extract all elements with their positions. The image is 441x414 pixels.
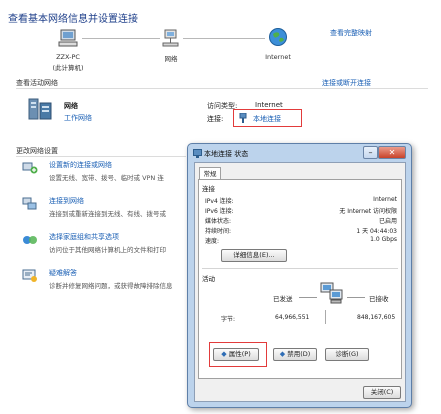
connector-line-2 xyxy=(183,38,265,39)
new-connection-icon xyxy=(22,161,38,175)
local-connection-link[interactable]: 本地连接 xyxy=(253,114,281,124)
duration-value: 1 天 04:44:03 xyxy=(356,228,397,235)
active-networks-label: 查看活动网络 xyxy=(16,79,58,87)
ipv4-label: IPv4 连接: xyxy=(205,198,234,205)
network-type-link[interactable]: 工作网络 xyxy=(64,113,92,123)
speed-value: 1.0 Gbps xyxy=(370,236,397,243)
computer-icon xyxy=(58,28,80,48)
dialog-icon xyxy=(193,149,202,158)
homegroup-icon xyxy=(22,233,38,247)
ethernet-icon xyxy=(239,112,247,124)
page-title: 查看基本网络信息并设置连接 xyxy=(8,14,138,25)
setting-item-desc: 连接到或重新连接到无线、有线、拨号或 xyxy=(49,210,166,218)
globe-icon xyxy=(268,27,288,47)
local-connection-status-dialog: 本地连接 状态 – ✕ 常规 连接 IPv4 连接: Internet IPv6… xyxy=(187,143,412,408)
setting-item-title[interactable]: 选择家庭组和共享选项 xyxy=(49,232,166,242)
media-state-value: 已启用 xyxy=(378,218,397,225)
shield-icon: ◆ xyxy=(221,350,227,358)
group-divider xyxy=(202,268,398,269)
access-type-value: Internet xyxy=(255,101,283,109)
close-window-button[interactable]: ✕ xyxy=(378,146,406,159)
connections-label: 连接: xyxy=(207,115,224,123)
ipv6-label: IPv6 连接: xyxy=(205,208,234,215)
setting-item-troubleshoot[interactable]: 疑难解答 诊断并修复网络问题，或获得故障排除信息 xyxy=(22,268,187,294)
media-state-label: 媒体状态: xyxy=(205,218,232,225)
disable-button[interactable]: ◆ 禁用(D) xyxy=(273,348,317,361)
internet-node-label: Internet xyxy=(265,53,291,61)
divider xyxy=(16,88,428,89)
diagnose-button[interactable]: 诊断(G) xyxy=(325,348,369,361)
troubleshoot-icon xyxy=(22,269,38,283)
network-map: ZZX-PC (此计算机) 网络 Internet xyxy=(0,24,441,74)
setting-item-homegroup[interactable]: 选择家庭组和共享选项 访问位于其他网络计算机上的文件和打印 xyxy=(22,232,187,258)
activity-computers-icon xyxy=(319,282,345,306)
minimize-icon: – xyxy=(368,148,373,157)
bytes-received: 848,167,605 xyxy=(357,314,396,321)
ipv4-value: Internet xyxy=(373,196,397,203)
active-network-name: 网络 xyxy=(64,102,78,110)
local-connection-highlight[interactable]: 本地连接 xyxy=(233,109,302,127)
properties-button[interactable]: ◆ 属性(P) xyxy=(213,348,259,361)
duration-label: 持续时间: xyxy=(205,228,232,235)
change-settings-label: 更改网络设置 xyxy=(16,147,58,155)
dialog-title: 本地连接 状态 xyxy=(204,150,249,158)
minimize-button[interactable]: – xyxy=(363,146,378,159)
disable-label: 禁用(D) xyxy=(287,350,311,358)
bytes-divider xyxy=(325,310,326,324)
bytes-label: 字节: xyxy=(221,316,236,323)
computer-subtitle: (此计算机) xyxy=(52,64,84,72)
setting-item-connect-network[interactable]: 连接到网络 连接到或重新连接到无线、有线、拨号或 xyxy=(22,196,187,222)
bytes-sent: 64,966,551 xyxy=(275,314,310,321)
properties-label: 属性(P) xyxy=(228,350,251,358)
close-button[interactable]: 关闭(C) xyxy=(363,386,401,399)
sent-label: 已发送 xyxy=(273,295,293,303)
ipv6-value: 无 Internet 访问权限 xyxy=(339,208,397,215)
activity-group-label: 活动 xyxy=(202,275,215,283)
dialog-body: 常规 连接 IPv4 连接: Internet IPv6 连接: 无 Inter… xyxy=(194,162,406,402)
setting-item-title[interactable]: 设置新的连接或网络 xyxy=(49,160,164,170)
setting-item-new-connection[interactable]: 设置新的连接或网络 设置无线、宽带、拨号、临时或 VPN 连 xyxy=(22,160,187,186)
close-icon: ✕ xyxy=(388,148,396,157)
setting-item-title[interactable]: 连接到网络 xyxy=(49,196,166,206)
computer-name: ZZX-PC xyxy=(56,53,80,61)
network-node-label: 网络 xyxy=(164,55,178,63)
received-line xyxy=(347,297,365,298)
sent-line xyxy=(299,297,317,298)
connect-disconnect-link[interactable]: 连接或断开连接 xyxy=(322,78,371,88)
setting-item-title[interactable]: 疑难解答 xyxy=(49,268,173,278)
details-button[interactable]: 详细信息(E)... xyxy=(221,249,287,262)
setting-item-desc: 设置无线、宽带、拨号、临时或 VPN 连 xyxy=(49,174,164,182)
divider xyxy=(16,156,186,157)
setting-item-desc: 访问位于其他网络计算机上的文件和打印 xyxy=(49,246,166,254)
shield-icon: ◆ xyxy=(279,350,286,358)
setting-item-desc: 诊断并修复网络问题，或获得故障排除信息 xyxy=(49,282,173,290)
work-network-icon xyxy=(27,97,53,121)
connector-line-1 xyxy=(82,38,160,39)
speed-label: 速度: xyxy=(205,238,220,245)
connection-group-label: 连接 xyxy=(202,185,215,193)
connect-network-icon xyxy=(22,197,38,211)
received-label: 已接收 xyxy=(369,295,389,303)
tab-panel: 连接 IPv4 连接: Internet IPv6 连接: 无 Internet… xyxy=(198,179,402,379)
network-icon xyxy=(162,29,180,47)
